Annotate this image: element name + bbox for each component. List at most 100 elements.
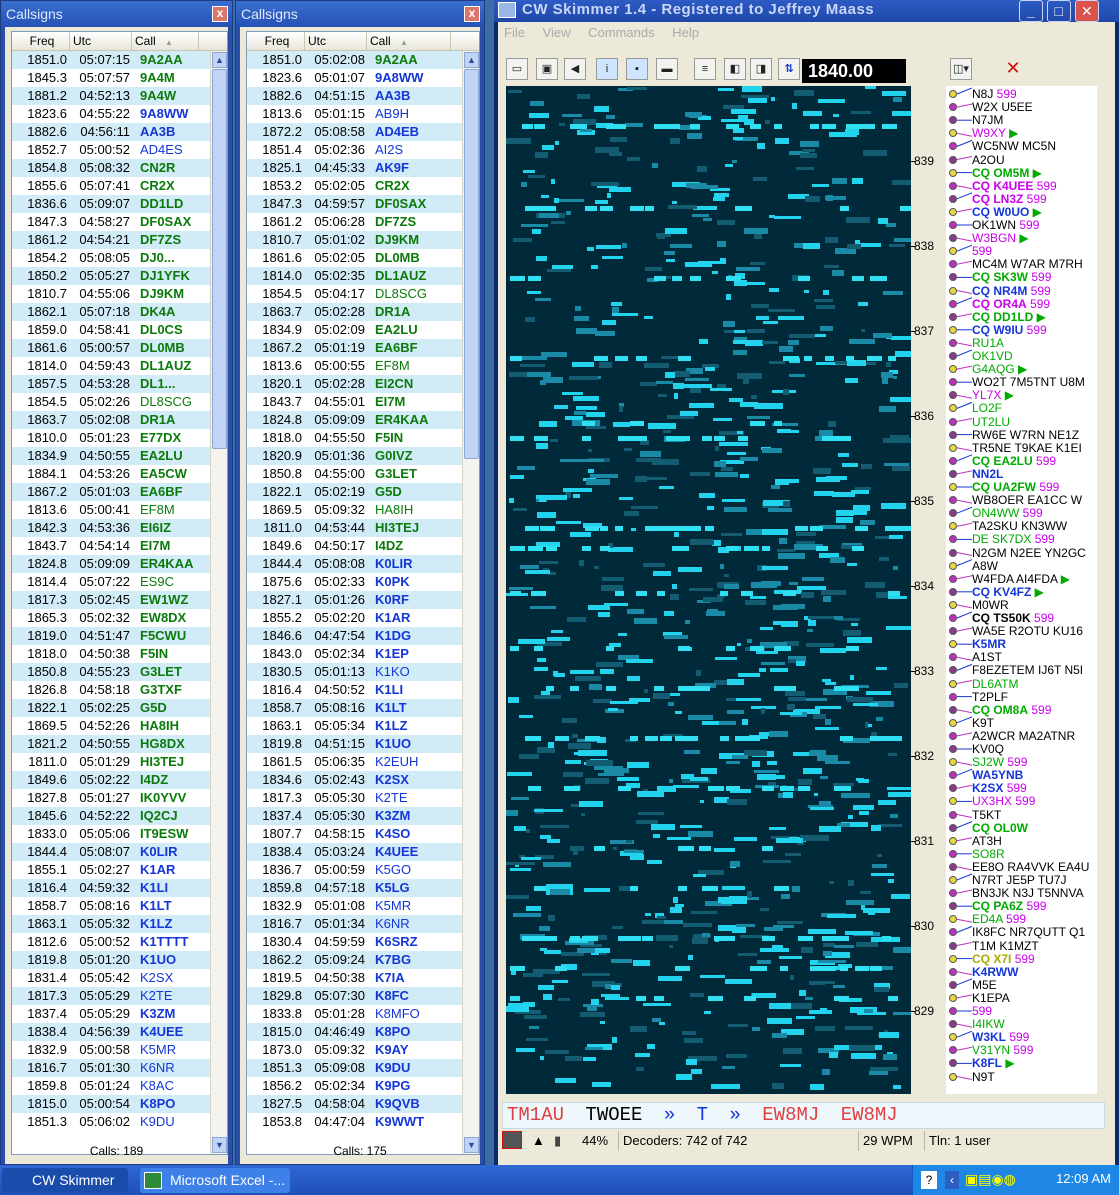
callsign-row[interactable]: 1832.9 05:01:08 K5MR [247,897,462,915]
spot-label[interactable]: MC4M W7AR M7RH [972,258,1083,271]
spot-label[interactable]: AT3H [972,834,1002,848]
scroll-up-icon[interactable]: ▲ [464,52,479,68]
callsign-row[interactable]: 1882.6 04:51:15 AA3B [247,87,462,105]
callsign-row[interactable]: 1819.8 05:01:20 K1UO [12,951,210,969]
spot-label[interactable]: N2GM N2EE YN2GC [972,546,1086,560]
callsign-row[interactable]: 1847.3 04:59:57 DF0SAX [247,195,462,213]
spot-label[interactable]: W4FDA AI4FDA ▶ [972,572,1070,586]
callsign-row[interactable]: 1822.1 05:02:19 G5D [247,483,462,501]
record-icon[interactable] [502,1131,522,1149]
spot-label[interactable]: WA5E R2OTU KU16 [972,625,1083,638]
callsign-row[interactable]: 1861.2 05:06:28 DF7ZS [247,213,462,231]
callsign-row[interactable]: 1849.6 04:50:17 I4DZ [247,537,462,555]
callsign-row[interactable]: 1827.1 05:01:26 K0RF [247,591,462,609]
callsign-row[interactable]: 1867.2 05:01:03 EA6BF [12,483,210,501]
callsign-row[interactable]: 1852.7 05:00:52 AD4ES [12,141,210,159]
callsign-row[interactable]: 1845.3 05:07:57 9A4M [12,69,210,87]
callsign-row[interactable]: 1816.7 05:01:34 K6NR [247,915,462,933]
spot-label[interactable]: M0WR [972,598,1009,612]
spot-label[interactable]: K9T [972,716,994,730]
callsign-row[interactable]: 1861.2 04:54:21 DF7ZS [12,231,210,249]
minimize-button[interactable]: _ [1019,0,1043,22]
callsign-row[interactable]: 1831.4 05:05:42 K2SX [12,969,210,987]
callsign-row[interactable]: 1815.0 05:00:54 K8PO [12,1095,210,1113]
vertical-scrollbar[interactable]: ▲ ▼ [462,51,479,1154]
spot-label[interactable]: N7JM [972,114,1003,127]
callsign-row[interactable]: 1861.5 05:06:35 K2EUH [247,753,462,771]
spot-label[interactable]: RW6E W7RN NE1Z [972,428,1079,442]
menu-file[interactable]: File [498,22,533,40]
callsigns-title-bar[interactable]: Callsigns x [236,1,484,27]
callsign-row[interactable]: 1817.3 05:05:30 K2TE [247,789,462,807]
callsign-row[interactable]: 1820.9 05:01:36 G0IVZ [247,447,462,465]
callsign-row[interactable]: 1838.4 04:56:39 K4UEE [12,1023,210,1041]
spot-label[interactable]: M5E [972,978,997,992]
spot-label[interactable]: CQ LN3Z 599 [972,192,1047,206]
callsign-row[interactable]: 1843.7 04:55:01 EI7M [247,393,462,411]
spot-label[interactable]: YL7X ▶ [972,389,1014,402]
callsign-row[interactable]: 1816.4 04:50:52 K1LI [247,681,462,699]
callsign-row[interactable]: 1817.3 05:05:29 K2TE [12,987,210,1005]
callsign-row[interactable]: 1851.3 05:06:02 K9DU [12,1113,210,1131]
spot-label[interactable]: CQ W9IU 599 [972,323,1047,337]
callsign-row[interactable]: 1830.4 04:59:59 K6SRZ [247,933,462,951]
callsign-row[interactable]: 1850.2 05:05:27 DJ1YFK [12,267,210,285]
spot-label[interactable]: CQ OM8A 599 [972,703,1051,717]
callsign-row[interactable]: 1834.9 05:02:09 EA2LU [247,321,462,339]
spot-label[interactable]: UX3HX 599 [972,795,1035,808]
callsign-row[interactable]: 1834.6 05:02:43 K2SX [247,771,462,789]
callsign-row[interactable]: 1856.2 05:02:34 K9PG [247,1077,462,1095]
callsign-row[interactable]: 1829.8 05:07:30 K8FC [247,987,462,1005]
close-window-button[interactable]: ✕ [1075,0,1099,22]
callsign-row[interactable]: 1820.1 05:02:28 EI2CN [247,375,462,393]
spot-label[interactable]: CQ OM5M ▶ [972,166,1042,180]
spot-label[interactable]: CQ OR4A 599 [972,297,1050,311]
spot-label[interactable]: A2OU [972,153,1005,167]
callsign-row[interactable]: 1816.4 04:59:32 K1LI [12,879,210,897]
spots-menu-icon[interactable]: ◫▾ [950,58,972,80]
spot-label[interactable]: 599 [972,245,992,258]
scroll-thumb[interactable] [464,69,479,459]
callsign-row[interactable]: 1867.2 05:01:19 EA6BF [247,339,462,357]
callsign-row[interactable]: 1827.8 05:01:27 IK0YVV [12,789,210,807]
callsign-row[interactable]: 1849.6 05:02:22 I4DZ [12,771,210,789]
taskbar-item-excel[interactable]: Microsoft Excel -... [140,1168,290,1193]
callsign-row[interactable]: 1816.7 05:01:30 K6NR [12,1059,210,1077]
callsign-row[interactable]: 1814.0 05:02:35 DL1AUZ [247,267,462,285]
spot-label[interactable]: SJ2W 599 [972,756,1027,769]
callsign-row[interactable]: 1842.3 04:53:36 EI6IZ [12,519,210,537]
taskbar-item-cw-skimmer[interactable]: CW Skimmer [2,1168,128,1193]
callsign-row[interactable]: 1818.0 04:55:50 F5IN [247,429,462,447]
window-icon[interactable]: ◧ [724,58,746,80]
speaker-mute-icon[interactable]: ◀ [564,58,586,80]
callsign-row[interactable]: 1823.6 05:01:07 9A8WW [247,69,462,87]
spot-label[interactable]: CQ X7I 599 [972,952,1035,966]
callsign-row[interactable]: 1854.2 05:08:05 DJ0... [12,249,210,267]
callsign-row[interactable]: 1814.4 05:07:22 ES9C [12,573,210,591]
callsign-row[interactable]: 1851.0 05:07:15 9A2AA [12,51,210,69]
spot-label[interactable]: F8EZETEM IJ6T N5I [972,664,1083,677]
spot-label[interactable]: UT2LU [972,415,1010,429]
tune-arrows-icon[interactable]: ⇅ [778,58,800,80]
spot-label[interactable]: WO2T 7M5TNT U8M [972,376,1085,389]
callsign-row[interactable]: 1850.8 04:55:00 G3LET [247,465,462,483]
callsign-row[interactable]: 1865.3 05:02:32 EW8DX [12,609,210,627]
spot-label[interactable]: 599 [972,1005,992,1018]
callsign-row[interactable]: 1853.8 04:47:04 K9WWT [247,1113,462,1131]
spot-label[interactable]: T1M K1MZT [972,939,1039,953]
spot-label[interactable]: SO8R [972,847,1005,861]
callsign-row[interactable]: 1813.6 05:00:41 EF8M [12,501,210,519]
callsign-row[interactable]: 1822.1 05:02:25 G5D [12,699,210,717]
waterfall-display[interactable] [506,86,911,1094]
spot-label[interactable]: W2X U5EE [972,101,1033,114]
spot-label[interactable]: CQ DD1LD ▶ [972,310,1046,324]
spot-label[interactable]: T2PLF [972,690,1008,704]
callsign-row[interactable]: 1853.2 05:02:05 CR2X [247,177,462,195]
callsign-row[interactable]: 1884.1 04:53:26 EA5CW [12,465,210,483]
scroll-up-icon[interactable]: ▲ [212,52,227,68]
callsign-row[interactable]: 1833.8 05:01:28 K8MFO [247,1005,462,1023]
spot-label[interactable]: K8FL ▶ [972,1057,1015,1070]
utc-column-header[interactable]: Utc [70,32,132,50]
callsign-row[interactable]: 1872.2 05:08:58 AD4EB [247,123,462,141]
frequency-display[interactable]: 1840.00 [802,59,906,83]
